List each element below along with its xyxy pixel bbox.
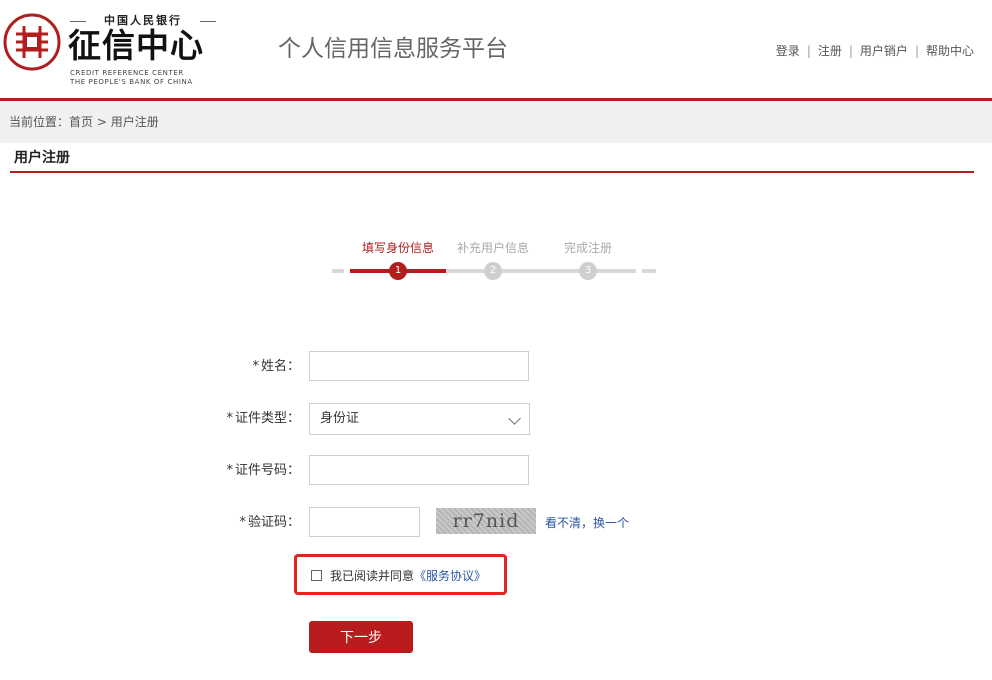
cancel-account-link[interactable]: 用户销户	[860, 44, 908, 58]
credit-center-seal-icon	[3, 13, 61, 71]
english-name-line2: THE PEOPLE'S BANK OF CHINA	[70, 78, 193, 86]
id-number-input[interactable]	[309, 455, 529, 485]
page-title: 用户注册	[14, 150, 70, 166]
required-mark: *	[239, 515, 246, 530]
required-mark: *	[252, 359, 259, 374]
breadcrumb-current: 用户注册	[110, 115, 159, 129]
nav-separator: |	[806, 44, 811, 58]
id-type-selected-value: 身份证	[320, 411, 360, 426]
required-mark: *	[226, 411, 233, 426]
breadcrumb-prefix: 当前位置：	[9, 115, 70, 129]
platform-title: 个人信用信息服务平台	[278, 36, 508, 62]
id-number-row: * 证件号码：	[0, 455, 992, 487]
id-type-select[interactable]: 身份证	[309, 403, 530, 435]
captcha-input[interactable]	[309, 507, 420, 537]
breadcrumb-home-link[interactable]: 首页	[69, 115, 93, 129]
step-3-marker: 3	[579, 262, 597, 280]
service-agreement-link[interactable]: 《服务协议》	[414, 569, 486, 583]
captcha-label: * 验证码：	[239, 507, 300, 539]
name-label-text: 姓名：	[260, 359, 300, 374]
login-link[interactable]: 登录	[776, 44, 800, 58]
name-label: * 姓名：	[252, 351, 300, 383]
agreement-text: 我已阅读并同意	[330, 569, 415, 583]
english-name-line1: CREDIT REFERENCE CENTER	[70, 69, 184, 77]
pbc-credit-center-logo[interactable]: 中国人民银行 征信中心 CREDIT REFERENCE CENTER THE …	[2, 6, 217, 88]
breadcrumb: 当前位置：首页 > 用户注册	[0, 101, 992, 143]
registration-steps: 填写身份信息 补充用户信息 完成注册 1 2 3	[330, 236, 660, 286]
section-divider	[10, 171, 974, 173]
next-step-button[interactable]: 下一步	[309, 621, 413, 653]
nav-separator: |	[848, 44, 853, 58]
site-header: 中国人民银行 征信中心 CREDIT REFERENCE CENTER THE …	[0, 0, 992, 100]
id-number-label-text: 证件号码：	[234, 463, 300, 478]
step-track-2	[446, 269, 636, 273]
captcha-row: * 验证码： rr7nid 看不清，换一个	[0, 507, 992, 539]
chevron-down-icon	[508, 412, 521, 425]
captcha-image[interactable]: rr7nid	[436, 508, 536, 534]
id-type-label: * 证件类型：	[226, 403, 300, 435]
step-3-label: 完成注册	[563, 241, 612, 255]
name-input[interactable]	[309, 351, 529, 381]
top-nav: 登录 | 注册 | 用户销户 | 帮助中心	[776, 43, 974, 59]
id-type-row: * 证件类型： 身份证	[0, 403, 992, 435]
step-track-tail	[642, 269, 656, 273]
name-row: * 姓名：	[0, 351, 992, 383]
register-link[interactable]: 注册	[818, 44, 842, 58]
center-name: 征信中心	[68, 26, 204, 65]
step-1-label: 填写身份信息	[361, 241, 434, 255]
agreement-checkbox[interactable]	[311, 570, 322, 581]
captcha-label-text: 验证码：	[247, 515, 300, 530]
step-1-marker: 1	[389, 262, 407, 280]
id-type-label-text: 证件类型：	[234, 411, 300, 426]
captcha-refresh-link[interactable]: 看不清，换一个	[545, 515, 629, 531]
step-track-lead	[332, 269, 344, 273]
id-number-label: * 证件号码：	[226, 455, 300, 487]
step-2-marker: 2	[484, 262, 502, 280]
agreement-highlight: 我已阅读并同意《服务协议》	[294, 554, 507, 595]
nav-separator: |	[914, 44, 919, 58]
help-center-link[interactable]: 帮助中心	[926, 44, 974, 58]
agreement-text-wrap: 我已阅读并同意《服务协议》	[330, 568, 486, 584]
required-mark: *	[226, 463, 233, 478]
step-2-label: 补充用户信息	[456, 241, 529, 255]
breadcrumb-separator: >	[96, 115, 107, 129]
